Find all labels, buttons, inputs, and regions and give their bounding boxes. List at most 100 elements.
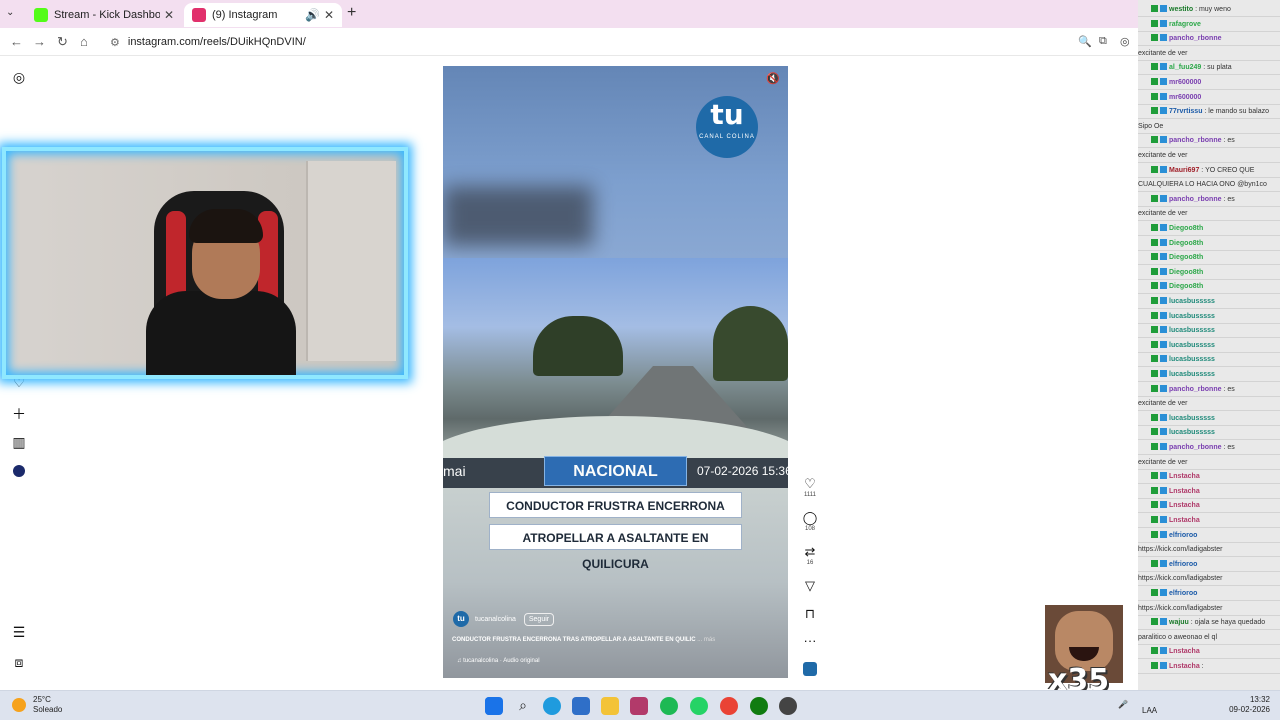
more-options[interactable]: ··· xyxy=(798,634,822,648)
reload-icon[interactable]: ↻ xyxy=(57,34,68,50)
chat-username[interactable]: Mauri697 xyxy=(1169,167,1199,174)
chat-username[interactable]: lucasbusssss xyxy=(1169,429,1215,436)
audio-avatar-icon[interactable] xyxy=(798,662,822,679)
store-icon[interactable] xyxy=(572,697,590,715)
chat-username[interactable]: lucasbusssss xyxy=(1169,298,1215,305)
obs-icon[interactable] xyxy=(779,697,797,715)
also-from-meta-icon[interactable]: ⧈ xyxy=(11,654,27,671)
mute-toggle-icon[interactable]: 🔇 xyxy=(766,72,780,85)
whatsapp-icon[interactable] xyxy=(690,697,708,715)
chat-username[interactable]: al_fuu249 xyxy=(1169,64,1201,71)
snipping-tool-icon[interactable] xyxy=(630,697,648,715)
chat-text-continuation: excitante de ver xyxy=(1138,49,1188,57)
search-icon[interactable]: ⌕ xyxy=(514,697,532,715)
tab-search-dropdown-icon[interactable]: ⌄ xyxy=(6,7,14,18)
chat-username[interactable]: Lnstacha xyxy=(1169,517,1200,524)
tab-kick-dashboard[interactable]: Stream - Kick Dashboard ✕ xyxy=(26,3,182,27)
home-icon[interactable]: ⌂ xyxy=(80,34,88,49)
install-app-icon[interactable]: ⧉ xyxy=(1099,35,1107,48)
chat-username[interactable]: Diegoo8th xyxy=(1169,269,1203,276)
chat-username[interactable]: lucasbusssss xyxy=(1169,342,1215,349)
chat-username[interactable]: pancho_rbonne xyxy=(1169,35,1222,42)
forward-icon[interactable]: → xyxy=(33,34,46,49)
chat-message: elfrioroo xyxy=(1138,530,1280,543)
profile-avatar[interactable] xyxy=(11,464,27,480)
more-menu-icon[interactable]: ☰ xyxy=(11,624,27,641)
chat-username[interactable]: lucasbusssss xyxy=(1169,327,1215,334)
close-tab-icon[interactable]: ✕ xyxy=(324,8,334,22)
language-indicator[interactable]: LAA xyxy=(1142,706,1157,716)
chat-username[interactable]: elfrioroo xyxy=(1169,532,1197,539)
chat-username[interactable]: pancho_rbonne xyxy=(1169,386,1222,393)
chat-username[interactable]: Lnstacha xyxy=(1169,488,1200,495)
chat-username[interactable]: westito xyxy=(1169,6,1193,13)
reel-video[interactable]: 🔇 tu CANAL COLINA mai NACIONAL 07-02-202… xyxy=(443,66,788,678)
create-plus-icon[interactable]: ＋ xyxy=(11,404,27,424)
chat-username[interactable]: Diegoo8th xyxy=(1169,240,1203,247)
tab-instagram[interactable]: (9) Instagram 🔊 ✕ xyxy=(184,3,342,27)
chat-username[interactable]: pancho_rbonne xyxy=(1169,196,1222,203)
chat-username[interactable]: Diegoo8th xyxy=(1169,283,1203,290)
file-explorer-icon[interactable] xyxy=(601,697,619,715)
address-bar[interactable]: ⚙ instagram.com/reels/DUikHQnDVIN/ xyxy=(104,31,1134,53)
chat-username[interactable]: Lnstacha xyxy=(1169,663,1200,670)
heart-icon[interactable]: ♡ xyxy=(798,477,822,491)
chat-text-continuation: excitante de ver xyxy=(1138,400,1188,408)
start-windows-icon[interactable] xyxy=(485,697,503,715)
send-icon[interactable]: ▽ xyxy=(798,579,822,593)
chat-username[interactable]: Lnstacha xyxy=(1169,473,1200,480)
repost-icon[interactable]: ⇄ xyxy=(798,545,822,559)
comment-icon[interactable]: ◯ xyxy=(798,511,822,525)
chat-username[interactable]: elfrioroo xyxy=(1169,561,1197,568)
tab-audio-icon[interactable]: 🔊 xyxy=(305,8,320,22)
author-username[interactable]: tucanalcolina xyxy=(475,616,516,623)
close-tab-icon[interactable]: ✕ xyxy=(164,8,174,22)
chrome-icon[interactable] xyxy=(720,697,738,715)
chat-username[interactable]: wajuu xyxy=(1169,619,1189,626)
zoom-icon[interactable]: 🔍 xyxy=(1078,35,1092,48)
reel-audio[interactable]: ♫ tucanalcolina · Audio original xyxy=(457,658,540,664)
chat-message: pancho_rbonne : es xyxy=(1138,384,1280,397)
share-action[interactable]: ▽ xyxy=(798,579,822,593)
microphone-icon[interactable]: 🎤 xyxy=(1118,700,1128,710)
tracking-protection-icon[interactable]: ◎ xyxy=(1120,35,1130,48)
chat-username[interactable]: lucasbusssss xyxy=(1169,415,1215,422)
back-icon[interactable]: ← xyxy=(10,34,23,49)
follow-button[interactable]: Seguir xyxy=(523,612,555,626)
clock[interactable]: 13:32 09-02-2026 xyxy=(1222,695,1270,715)
chat-badge-icon xyxy=(1160,92,1167,100)
save-action[interactable]: ⊓ xyxy=(798,607,822,621)
chat-username[interactable]: Diegoo8th xyxy=(1169,254,1203,261)
author-avatar[interactable]: tu xyxy=(453,611,469,627)
chat-username[interactable]: mr600000 xyxy=(1169,94,1201,101)
chat-username[interactable]: pancho_rbonne xyxy=(1169,444,1222,451)
chat-username[interactable]: 77rvrtissu xyxy=(1169,108,1202,115)
dashboard-icon[interactable]: ▥ xyxy=(11,434,27,451)
new-tab-button[interactable]: + xyxy=(347,4,356,22)
edge-icon[interactable] xyxy=(543,697,561,715)
chat-username[interactable]: lucasbusssss xyxy=(1169,356,1215,363)
chat-username[interactable]: Diegoo8th xyxy=(1169,225,1203,232)
xbox-icon[interactable] xyxy=(750,697,768,715)
chat-message: lucasbusssss xyxy=(1138,296,1280,309)
more-dots-icon[interactable]: ··· xyxy=(798,634,822,648)
news-datetime: 07-02-2026 15:36 xyxy=(697,464,788,478)
chat-username[interactable]: pancho_rbonne xyxy=(1169,137,1222,144)
instagram-logo-icon[interactable]: ◎ xyxy=(11,69,27,86)
weather-widget[interactable]: 25°C Soleado xyxy=(12,695,62,715)
site-info-icon[interactable]: ⚙ xyxy=(110,36,120,49)
chat-username[interactable]: rafagrove xyxy=(1169,21,1201,28)
chat-username[interactable]: Lnstacha xyxy=(1169,648,1200,655)
chat-username[interactable]: lucasbusssss xyxy=(1169,313,1215,320)
chat-username[interactable]: lucasbusssss xyxy=(1169,371,1215,378)
comment-action[interactable]: ◯ 108 xyxy=(798,511,822,533)
like-action[interactable]: ♡ 1111 xyxy=(798,477,822,499)
chat-username[interactable]: elfrioroo xyxy=(1169,590,1197,597)
caption-more-link[interactable]: ... más xyxy=(697,637,715,643)
chat-username[interactable]: Lnstacha xyxy=(1169,502,1200,509)
bookmark-icon[interactable]: ⊓ xyxy=(798,607,822,621)
chat-username[interactable]: mr600000 xyxy=(1169,79,1201,86)
spotify-icon[interactable] xyxy=(660,697,678,715)
repost-action[interactable]: ⇄ 16 xyxy=(798,545,822,567)
audio-thumbnail[interactable] xyxy=(798,662,822,679)
